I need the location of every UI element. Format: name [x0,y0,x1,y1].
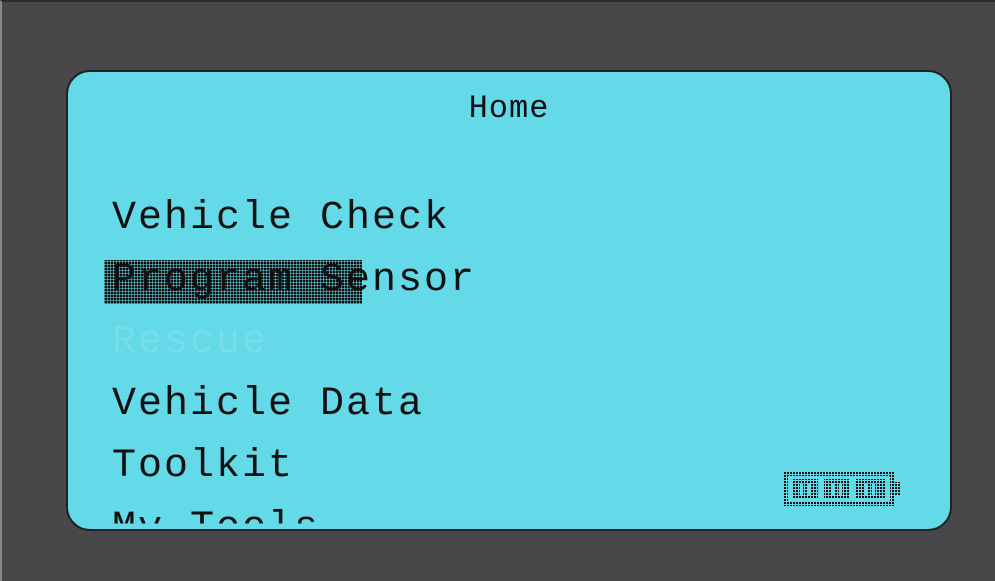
menu-item-vehicle-check[interactable]: Vehicle Check [112,196,450,242]
menu-item-label: Rescue [112,320,269,365]
page-title: Home [468,90,550,127]
device-bezel: Home Vehicle Check Program Sensor Rescue… [0,0,995,581]
menu-item-label: Toolkit [112,444,295,489]
menu-item-label: My Tools [112,506,321,531]
menu-item-program-sensor[interactable]: Program Sensor [104,258,477,304]
battery-icon [784,472,900,506]
menu-item-rescue: Rescue [112,320,268,366]
menu-item-label: Vehicle Data [112,382,425,427]
menu-item-label: Vehicle Check [112,196,451,241]
menu-item-vehicle-data[interactable]: Vehicle Data [112,382,424,428]
lcd-screen: Home Vehicle Check Program Sensor Rescue… [66,70,952,531]
menu-item-toolkit[interactable]: Toolkit [112,444,294,490]
menu-item-my-tools[interactable]: My Tools [112,506,321,531]
menu-item-label: Program Sensor [112,258,477,303]
